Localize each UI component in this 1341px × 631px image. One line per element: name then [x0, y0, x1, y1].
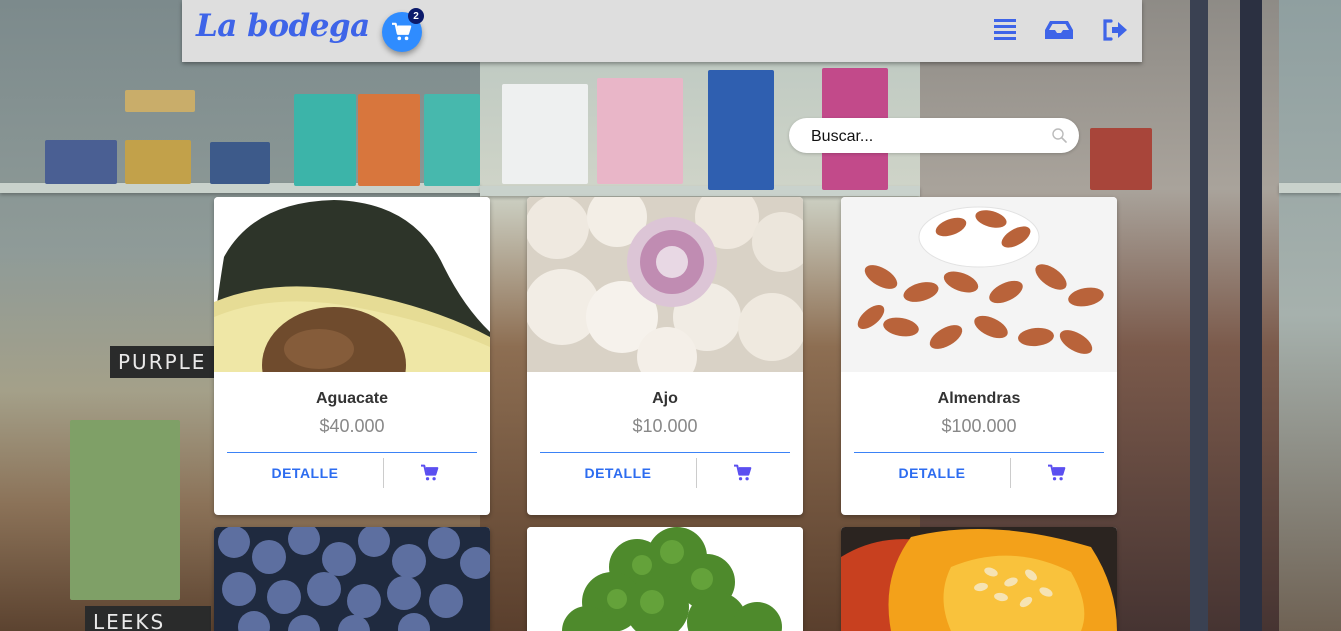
cart-count-badge: 2 — [408, 8, 424, 24]
background-box — [294, 94, 356, 186]
door-frame — [1240, 0, 1262, 631]
background-box — [502, 84, 588, 184]
product-image — [527, 527, 803, 631]
product-card — [841, 527, 1117, 631]
product-card: Almendras $100.000 DETALLE — [841, 197, 1117, 515]
detail-button[interactable]: DETALLE — [540, 465, 696, 481]
cart-button[interactable]: 2 — [382, 8, 424, 52]
card-divider — [227, 452, 477, 453]
action-separator — [1010, 458, 1011, 488]
inbox-icon[interactable] — [1045, 20, 1073, 40]
add-to-cart-icon[interactable] — [1046, 464, 1068, 482]
background-tin — [45, 140, 117, 184]
background-wall — [1279, 0, 1341, 631]
cart-icon — [392, 22, 412, 41]
brand-logo[interactable]: La bodega — [196, 8, 370, 44]
background-box — [424, 94, 480, 186]
logout-icon[interactable] — [1102, 19, 1128, 41]
background-tin — [125, 90, 195, 112]
product-name: Ajo — [652, 390, 678, 407]
product-price: $10.000 — [632, 416, 698, 436]
search-input[interactable] — [809, 118, 1043, 155]
product-card — [527, 527, 803, 631]
product-image — [214, 527, 490, 631]
product-name: Almendras — [937, 390, 1021, 407]
product-name: Aguacate — [315, 390, 389, 407]
top-navbar: La bodega 2 — [182, 0, 1142, 62]
background-tin — [125, 140, 191, 184]
product-card — [214, 527, 490, 631]
door-frame — [1190, 0, 1208, 631]
product-card: Ajo $10.000 DETALLE — [527, 197, 803, 515]
product-image — [527, 197, 803, 372]
search-icon[interactable] — [1052, 128, 1067, 143]
search-box — [789, 118, 1079, 155]
background-box — [1090, 128, 1152, 190]
background-box — [358, 94, 420, 186]
list-icon[interactable] — [994, 18, 1016, 42]
background-shelf — [1279, 183, 1341, 193]
background-box — [597, 78, 683, 184]
product-card: Aguacate $40.000 DETALLE — [214, 197, 490, 515]
detail-button[interactable]: DETALLE — [227, 465, 383, 481]
action-separator — [696, 458, 697, 488]
background-tin — [210, 142, 270, 184]
background-box — [708, 70, 774, 190]
product-image — [841, 197, 1117, 372]
add-to-cart-icon[interactable] — [732, 464, 754, 482]
product-price: $40.000 — [319, 416, 385, 436]
product-image — [214, 197, 490, 372]
card-divider — [854, 452, 1104, 453]
background-leeks — [70, 420, 180, 600]
add-to-cart-icon[interactable] — [419, 464, 441, 482]
product-price: $100.000 — [941, 416, 1017, 436]
chalkboard-sign: LEEKS — [85, 606, 211, 631]
detail-button[interactable]: DETALLE — [854, 465, 1010, 481]
product-image — [841, 527, 1117, 631]
action-separator — [383, 458, 384, 488]
card-divider — [540, 452, 790, 453]
chalkboard-sign: PURPLE — [110, 346, 216, 378]
